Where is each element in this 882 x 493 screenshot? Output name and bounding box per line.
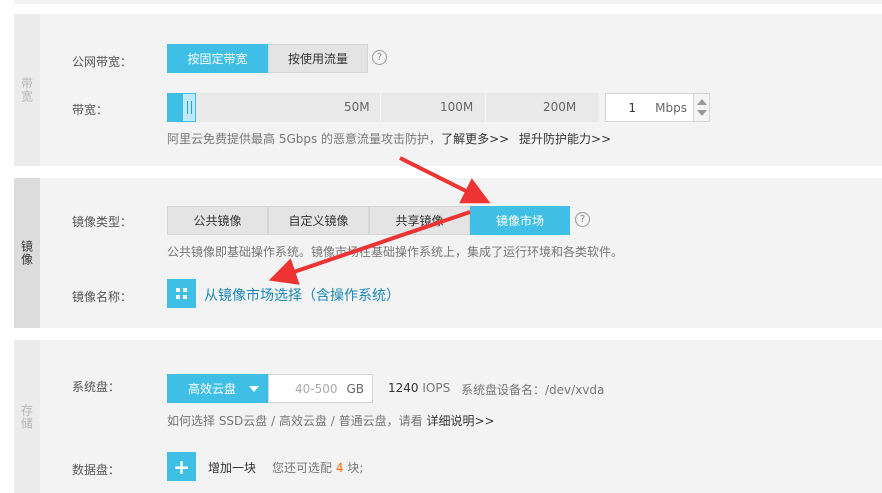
slider-tick-50m: 50M [344, 100, 370, 114]
size-unit: GB [346, 382, 364, 396]
slider-tick-100m: 100M [440, 100, 474, 114]
bandwidth-section: 带宽 公网带宽： 按固定带宽 按使用流量 ? 带宽： 50M 100M 200M… [14, 14, 882, 166]
disk-choice-note: 如何选择 SSD云盘 / 高效云盘 / 普通云盘，请看 详细说明>> [167, 414, 495, 428]
billing-label: 公网带宽： [72, 55, 133, 69]
disk-type-value: 高效云盘 [188, 382, 237, 396]
slider-tick-200m: 200M [543, 100, 577, 114]
size-placeholder: 40-500 [295, 382, 338, 396]
tab-shared-image[interactable]: 共享镜像 [369, 206, 470, 235]
learn-more-link[interactable]: 了解更多>> [441, 132, 509, 146]
previous-section-strip [14, 0, 882, 4]
add-data-disk-label: 增加一块 [208, 461, 257, 475]
plus-icon: + [173, 454, 190, 479]
tab-custom-image[interactable]: 自定义镜像 [268, 206, 369, 235]
image-type-label: 镜像类型： [72, 215, 133, 229]
step-down-icon[interactable] [697, 110, 707, 116]
disk-type-select[interactable]: 高效云盘 [167, 374, 268, 403]
bandwidth-side-tab: 带宽 [14, 14, 40, 166]
pay-by-traffic-button[interactable]: 按使用流量 [268, 44, 368, 73]
device-name: 系统盘设备名：/dev/xvda [461, 383, 605, 397]
bandwidth-label: 带宽： [72, 103, 109, 117]
image-type-note: 公共镜像即基础操作系统。镜像市场在基础操作系统上，集成了运行环境和各类软件。 [167, 245, 624, 259]
iops-value: 1240 [388, 381, 419, 395]
fixed-bandwidth-button[interactable]: 按固定带宽 [167, 44, 268, 73]
bandwidth-slider[interactable]: 50M 100M 200M [167, 93, 599, 122]
upgrade-protection-link[interactable]: 提升防护能力>> [519, 132, 611, 146]
caret-down-icon [249, 386, 259, 392]
help-icon[interactable]: ? [372, 50, 387, 65]
image-section: 镜像 镜像类型： 公共镜像 自定义镜像 共享镜像 镜像市场 ? 公共镜像即基础操… [14, 178, 882, 328]
iops-unit: IOPS [422, 381, 451, 395]
remaining-disks-note: 您还可选配 4 块; [272, 461, 364, 475]
help-icon[interactable]: ? [575, 212, 590, 227]
tab-image-market[interactable]: 镜像市场 [470, 206, 570, 235]
protection-note: 阿里云免费提供最高 5Gbps 的恶意流量攻击防护，了解更多>> 提升防护能力>… [167, 132, 612, 146]
bandwidth-value: 1 [628, 101, 636, 115]
remaining-count: 4 [335, 461, 344, 475]
choose-from-market-link[interactable]: 从镜像市场选择（含操作系统） [204, 285, 400, 305]
tab-public-image[interactable]: 公共镜像 [167, 206, 268, 235]
storage-side-tab: 存储 [14, 340, 40, 493]
system-disk-label: 系统盘： [72, 380, 121, 394]
data-disk-label: 数据盘： [72, 463, 121, 477]
bandwidth-unit: Mbps [655, 101, 687, 115]
step-up-icon[interactable] [697, 99, 707, 105]
bandwidth-input[interactable]: 1 Mbps [605, 93, 694, 122]
details-link[interactable]: 详细说明>> [426, 414, 494, 428]
grid-icon[interactable] [167, 279, 196, 308]
system-disk-size-input[interactable]: 40-500 GB [268, 374, 373, 403]
slider-handle-icon[interactable] [182, 93, 196, 122]
add-data-disk-button[interactable]: + [167, 452, 196, 481]
bandwidth-stepper[interactable] [694, 93, 710, 122]
storage-section: 存储 系统盘： 高效云盘 40-500 GB 1240 IOPS 系统盘设备名：… [14, 340, 882, 493]
image-name-label: 镜像名称： [72, 290, 133, 304]
iops-readout: 1240 IOPS [388, 381, 450, 395]
image-side-tab: 镜像 [14, 178, 40, 328]
